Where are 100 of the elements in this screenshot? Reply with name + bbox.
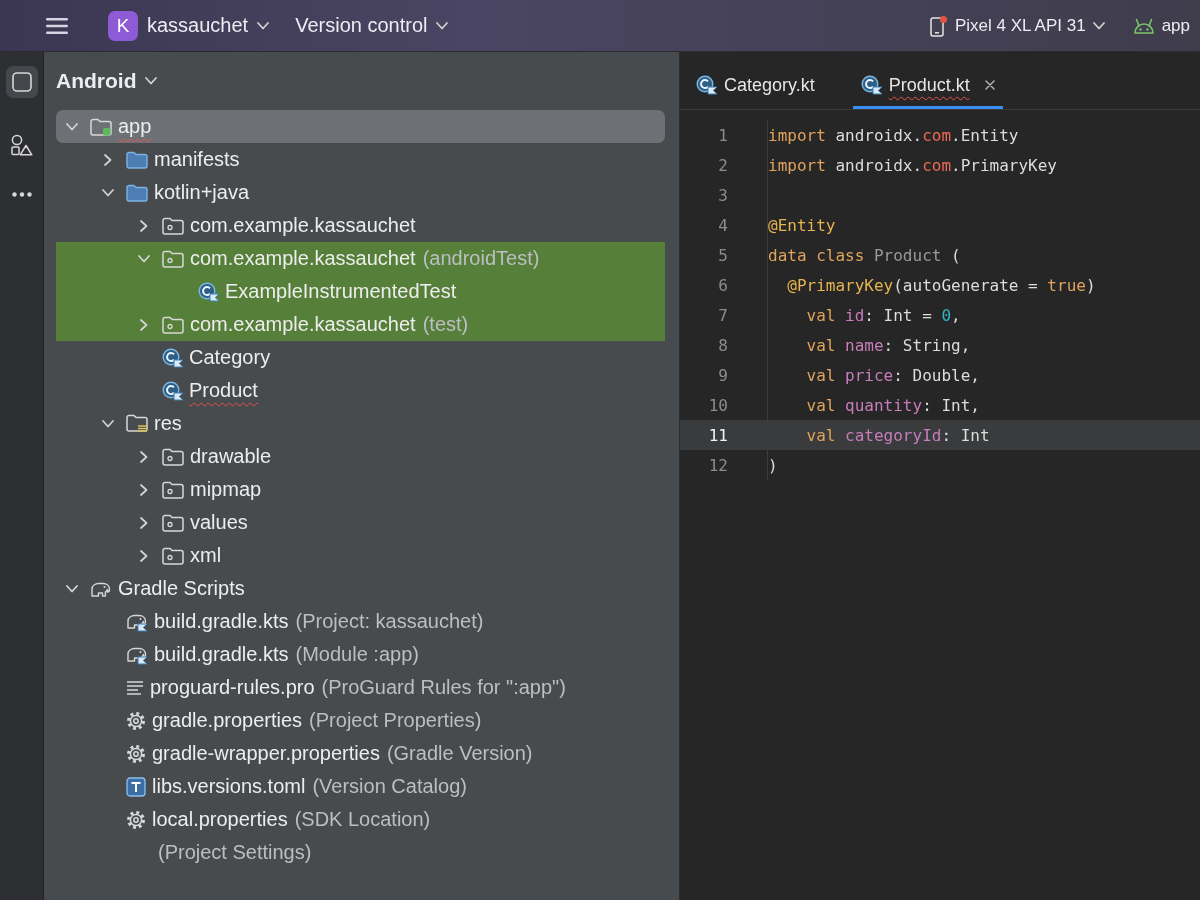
tree-item[interactable]: Product: [56, 374, 665, 407]
tree-item[interactable]: ExampleInstrumentedTest: [56, 275, 665, 308]
tree-item[interactable]: com.example.kassauchet: [56, 209, 665, 242]
chevron-right-icon[interactable]: [140, 516, 148, 529]
gear-icon: [126, 809, 146, 830]
tree-item[interactable]: res: [56, 407, 665, 440]
chevron-right-icon[interactable]: [140, 549, 148, 562]
version-control-button[interactable]: Version control: [289, 10, 455, 41]
tree-item[interactable]: local.properties (SDK Location): [56, 803, 665, 836]
tree-item[interactable]: drawable: [56, 440, 665, 473]
chevron-right-icon[interactable]: [140, 219, 148, 232]
module-folder-icon: [90, 117, 112, 136]
tree-item[interactable]: (Project Settings): [56, 836, 665, 869]
item-hint: (Version Catalog): [312, 775, 467, 798]
chevron-right-icon[interactable]: [104, 153, 112, 166]
chevron-right-icon[interactable]: [140, 450, 148, 463]
item-hint: (SDK Location): [294, 808, 431, 831]
tree-item[interactable]: gradle-wrapper.properties (Gradle Version): [56, 737, 665, 770]
code-line: val id: Int = 0,: [805, 305, 961, 325]
kotlin-class-icon: [162, 380, 183, 401]
tree-item[interactable]: xml: [56, 539, 665, 572]
view-selector[interactable]: Android: [50, 65, 164, 97]
package-folder-icon: [162, 315, 184, 334]
resource-folder-icon: [126, 414, 148, 433]
line-number: 3: [717, 185, 728, 205]
chevron-down-icon: [145, 77, 158, 85]
code-line: @Entity: [768, 215, 836, 235]
project-initial-badge: K: [108, 10, 138, 41]
item-hint: (Module :app): [295, 643, 419, 666]
run-config-selector[interactable]: app: [1126, 11, 1196, 40]
tree-item[interactable]: Category: [56, 341, 665, 374]
code-line: data class Product (: [768, 245, 961, 265]
folder-outline-icon: [162, 546, 184, 565]
kotlin-class-icon: [162, 347, 183, 368]
editor-tab[interactable]: Product.kt: [852, 61, 1003, 109]
line-number: 8: [717, 335, 728, 355]
code-line: ): [768, 455, 778, 475]
editor-tab[interactable]: Category.kt: [688, 61, 823, 109]
tree-item[interactable]: values: [56, 506, 665, 539]
shapes-icon[interactable]: [10, 134, 33, 156]
chevron-down-icon[interactable]: [102, 188, 114, 197]
tree-item[interactable]: proguard-rules.pro (ProGuard Rules for ":app"): [56, 671, 665, 704]
item-hint: (Project: kassauchet): [295, 610, 484, 633]
gear-icon: [126, 710, 146, 731]
folder-icon: [126, 150, 148, 169]
tree-item[interactable]: com.example.kassauchet (test): [56, 308, 665, 341]
tree-item[interactable]: mipmap: [56, 473, 665, 506]
kotlin-class-icon: [860, 75, 882, 95]
chevron-down-icon[interactable]: [102, 419, 114, 428]
tree-item[interactable]: gradle.properties (Project Properties): [56, 704, 665, 737]
folder-outline-icon: [162, 447, 184, 466]
item-hint: (Project Properties): [309, 709, 482, 732]
line-number: 11: [707, 425, 728, 445]
project-selector[interactable]: K kassauchet: [102, 6, 276, 45]
code-line: @PrimaryKey(autoGenerate = true): [786, 275, 1096, 295]
phone-icon: [929, 14, 948, 37]
tree-item[interactable]: build.gradle.kts (Module :app): [56, 638, 665, 671]
code-line: val categoryId: Int: [805, 425, 990, 445]
chevron-down-icon: [257, 21, 270, 30]
item-hint: (test): [422, 313, 469, 336]
chevron-down-icon: [1092, 21, 1105, 30]
text-lines-icon: [126, 679, 144, 696]
code-line: import androidx.com.Entity: [768, 125, 1019, 145]
tree-item[interactable]: app: [56, 110, 665, 143]
chevron-down-icon[interactable]: [66, 122, 78, 131]
line-number: 5: [717, 245, 728, 265]
device-selector[interactable]: Pixel 4 XL API 31: [923, 10, 1111, 41]
folder-outline-icon: [162, 480, 184, 499]
tree-item[interactable]: kotlin+java: [56, 176, 665, 209]
gear-icon: [126, 743, 146, 764]
code-line: val name: String,: [805, 335, 971, 355]
menu-icon[interactable]: [46, 17, 68, 34]
close-icon[interactable]: [984, 80, 995, 90]
letter-t-icon: [126, 776, 146, 797]
package-folder-icon: [162, 216, 184, 235]
line-number: 10: [707, 395, 728, 415]
tree-item[interactable]: libs.versions.toml (Version Catalog): [56, 770, 665, 803]
package-folder-icon: [162, 249, 184, 268]
chevron-down-icon[interactable]: [138, 254, 150, 263]
tree-item[interactable]: com.example.kassauchet (androidTest): [56, 242, 665, 275]
chevron-right-icon[interactable]: [140, 483, 148, 496]
chevron-right-icon[interactable]: [140, 318, 148, 331]
tree-item[interactable]: manifests: [56, 143, 665, 176]
chevron-down-icon[interactable]: [66, 584, 78, 593]
tree-item[interactable]: Gradle Scripts: [56, 572, 665, 605]
window-icon[interactable]: [11, 72, 32, 92]
item-hint: (androidTest): [422, 247, 540, 270]
kotlin-class-icon: [198, 281, 219, 302]
line-number: 1: [717, 125, 728, 145]
line-number: 2: [717, 155, 728, 175]
line-number: 7: [717, 305, 728, 325]
more-icon[interactable]: [11, 192, 32, 197]
chevron-down-icon: [436, 21, 449, 30]
line-number: 12: [707, 455, 728, 475]
folder-outline-icon: [162, 513, 184, 532]
code-line: val price: Double,: [805, 365, 980, 385]
line-number: 4: [717, 215, 728, 235]
item-hint: (ProGuard Rules for ":app"): [321, 676, 566, 699]
line-number: 9: [717, 365, 728, 385]
tree-item[interactable]: build.gradle.kts (Project: kassauchet): [56, 605, 665, 638]
